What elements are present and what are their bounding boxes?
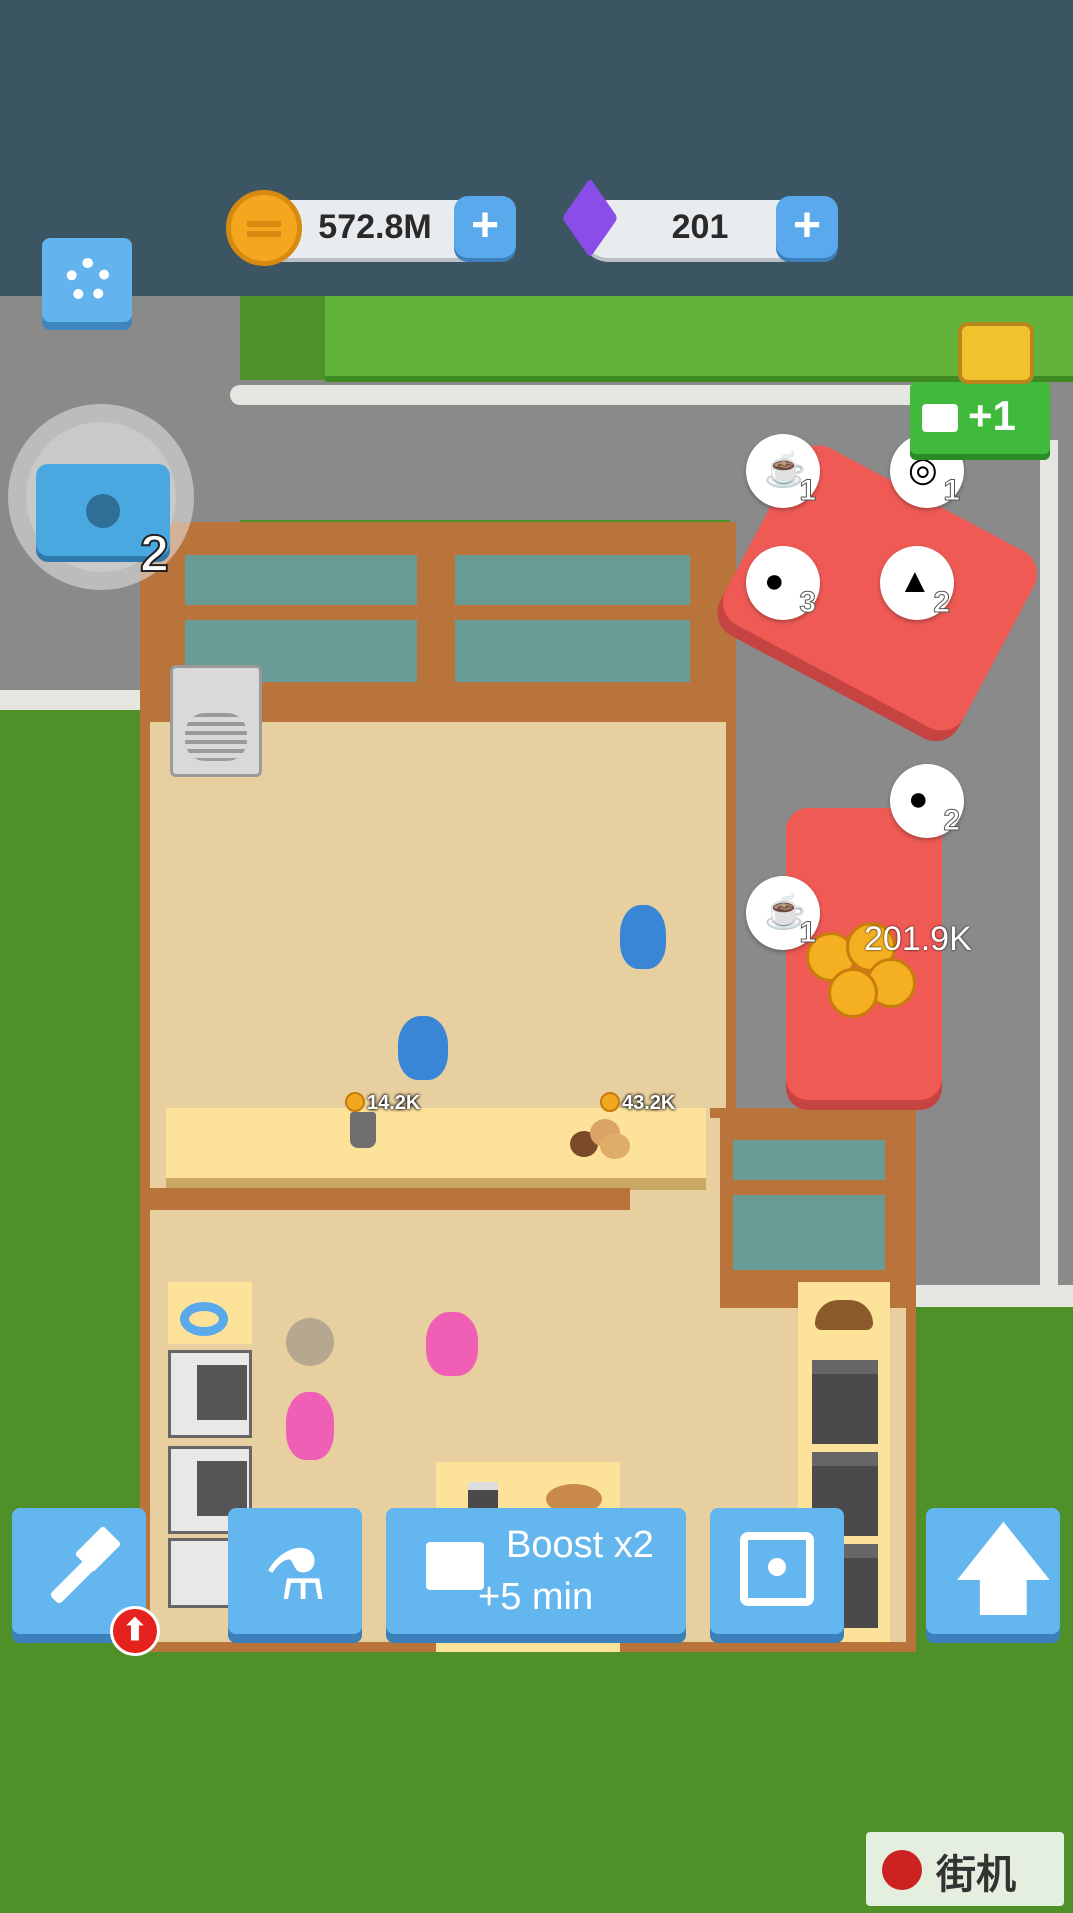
donut-icon [180, 1302, 228, 1336]
order-bubble: ● 2 [890, 764, 964, 838]
order-bubble: ☕ 1 [746, 876, 820, 950]
joystick-icon [882, 1850, 922, 1890]
worker-character [286, 1392, 334, 1460]
curb-bottom-right [900, 1285, 1073, 1307]
coffee-machine[interactable] [170, 665, 262, 777]
cookies-price: 43.2K [600, 1092, 675, 1115]
coffee-price: 14.2K [345, 1092, 420, 1115]
grass-left [0, 710, 150, 1640]
arrow-up-icon: 🡅 [952, 1513, 1055, 1625]
video-reward-button[interactable]: +1 [910, 382, 1050, 454]
boost-button[interactable]: Boost x2 +5 min [386, 1508, 686, 1634]
gem-amount: 201 [671, 208, 729, 246]
upgrade-button[interactable]: 🡅 [926, 1508, 1060, 1634]
curb-right [1040, 440, 1058, 1300]
safe-icon [740, 1532, 814, 1606]
customer-character [398, 1016, 448, 1080]
window [733, 1140, 885, 1180]
settings-button[interactable] [42, 238, 132, 322]
order-bubble: ☕ 1 [746, 434, 820, 508]
upgrade-alert-icon: ⬆ [110, 1606, 160, 1656]
oven[interactable] [812, 1360, 878, 1444]
order-bubble: ▲ 2 [880, 546, 954, 620]
treasure-chest-icon [958, 322, 1034, 384]
inner-wall [150, 1188, 630, 1210]
toolbox-button[interactable]: 2 [8, 404, 194, 590]
order-bubble: ● 3 [746, 546, 820, 620]
curb-left [0, 690, 150, 710]
donut-icon: ◎ [908, 451, 938, 489]
customer-character [620, 905, 666, 969]
cookie-icon: ● [908, 780, 929, 818]
research-button[interactable]: ⚗ [228, 1508, 362, 1634]
add-gems-button[interactable]: + [776, 196, 838, 258]
top-bar [0, 0, 1073, 296]
flask-icon: ⚗ [264, 1536, 327, 1614]
car-earnings: 201.9K [864, 920, 972, 958]
video-icon [426, 1542, 484, 1590]
watermark-logo: 街机 [866, 1832, 1064, 1906]
coffee-cup-item[interactable] [350, 1112, 376, 1148]
cookie-icon: ● [764, 562, 785, 600]
window [733, 1195, 885, 1270]
cookie-pile-item[interactable] [570, 1115, 630, 1159]
gear-icon [66, 258, 110, 302]
vault-button[interactable] [710, 1508, 844, 1634]
muffin-icon: ▲ [898, 562, 932, 600]
boost-duration: +5 min [478, 1576, 594, 1618]
oven[interactable] [168, 1350, 252, 1438]
toolbox-count: 2 [139, 524, 170, 584]
window [455, 555, 690, 605]
gem-icon [550, 178, 630, 268]
coin-icon [226, 190, 302, 266]
coin-amount: 572.8M [318, 208, 432, 246]
worker-character [426, 1312, 478, 1376]
add-coins-button[interactable]: + [454, 196, 516, 258]
croissant-icon [815, 1300, 873, 1330]
window [455, 620, 690, 682]
target-marker [286, 1318, 334, 1366]
window [185, 555, 417, 605]
play-video-icon [922, 404, 958, 432]
boost-label: Boost x2 [506, 1524, 654, 1566]
